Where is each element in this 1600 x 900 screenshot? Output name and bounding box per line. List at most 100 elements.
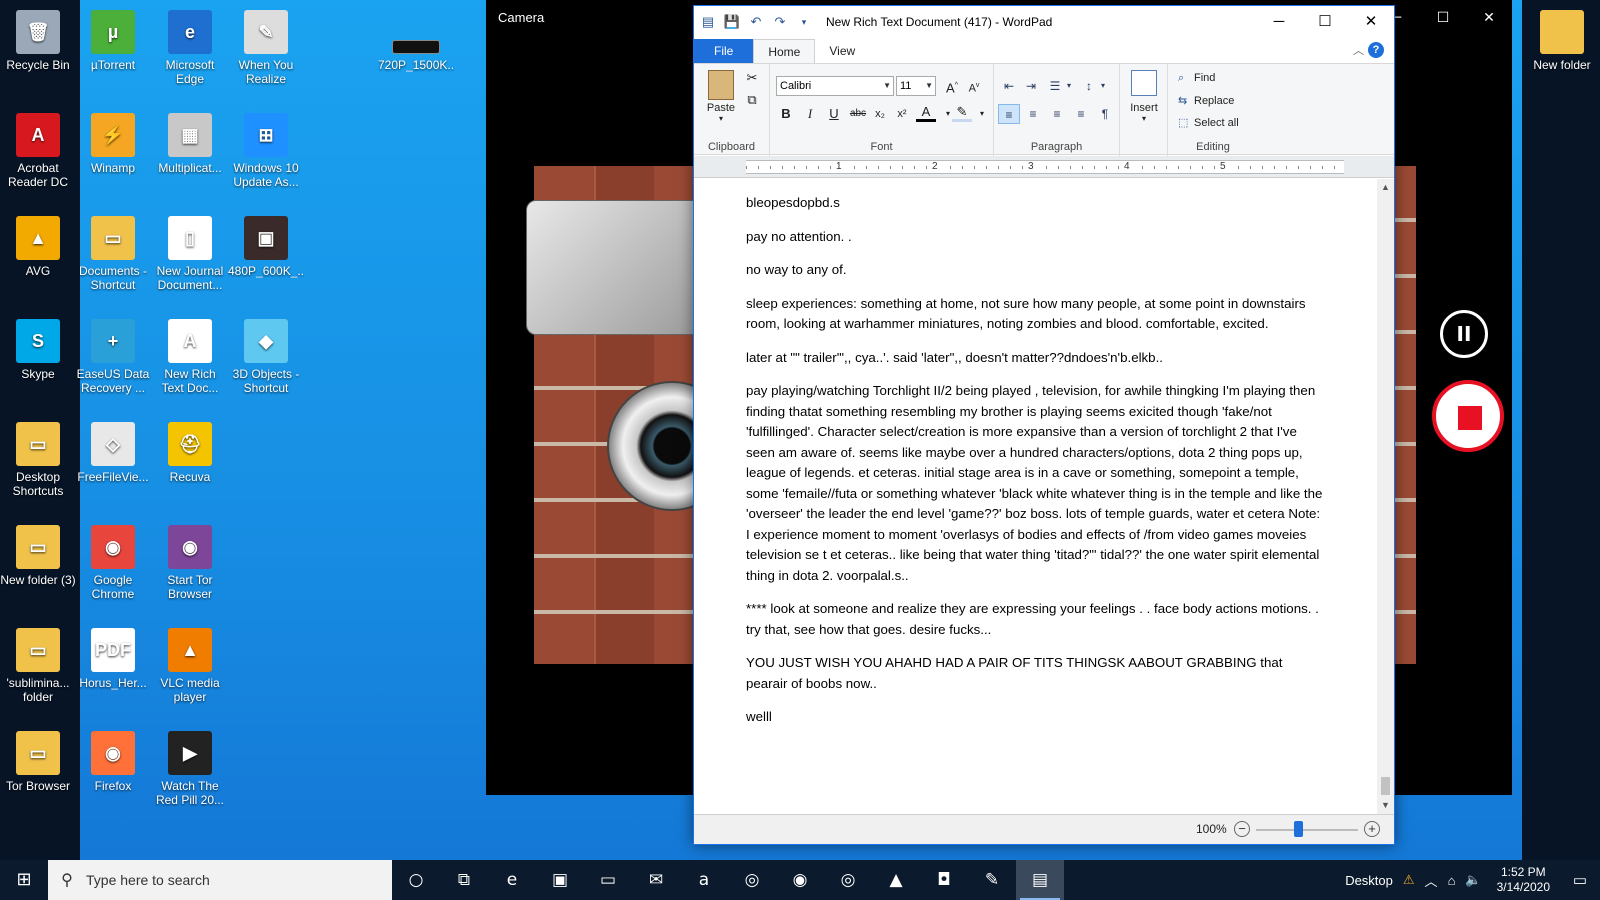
align-left-icon[interactable]: ≡ (998, 104, 1020, 124)
search-box[interactable]: ⚲ Type here to search (48, 860, 392, 900)
line-spacing-icon[interactable]: ↕ (1078, 76, 1100, 96)
file-explorer-icon[interactable]: ▭ (584, 860, 632, 900)
start-button[interactable]: ⊞ (0, 860, 48, 900)
desktop-icon[interactable]: ▭ New folder (3) (0, 525, 76, 587)
desktop-icon[interactable]: ▭ Documents - Shortcut (75, 216, 151, 292)
decrease-indent-icon[interactable]: ⇤ (998, 76, 1020, 96)
paint-icon[interactable]: ✎ (968, 860, 1016, 900)
notifications-icon[interactable]: ▭ (1560, 871, 1600, 889)
document-text[interactable]: bleopesdopbd.s pay no attention. . no way … (746, 193, 1326, 741)
shrink-font-icon[interactable]: Av (964, 76, 984, 96)
camera-icon[interactable]: ◘ (920, 860, 968, 900)
help-icon[interactable]: ? (1368, 42, 1384, 58)
desktop-icon[interactable]: ▭ Desktop Shortcuts (0, 422, 76, 498)
underline-icon[interactable]: U (824, 104, 844, 124)
document-area[interactable]: bleopesdopbd.s pay no attention. . no way … (694, 179, 1378, 814)
superscript-icon[interactable]: x² (892, 104, 912, 124)
desktop-icon[interactable]: A New Rich Text Doc... (152, 319, 228, 395)
clock[interactable]: 1:52 PM 3/14/2020 (1487, 865, 1560, 895)
chevron-down-icon[interactable]: ▾ (1064, 76, 1074, 96)
bold-icon[interactable]: B (776, 104, 796, 124)
volume-icon[interactable]: 🔈 (1460, 872, 1486, 888)
desktop-icon[interactable]: ⊞ Windows 10 Update As... (228, 113, 304, 189)
desktop-icon[interactable]: ⚡ Winamp (75, 113, 151, 175)
vertical-scrollbar[interactable]: ▲ ▼ (1377, 179, 1394, 814)
zoom-out-button[interactable]: − (1234, 821, 1250, 837)
text-color-icon[interactable]: A (916, 104, 936, 122)
maximize-button[interactable]: ☐ (1420, 0, 1466, 36)
copy-icon[interactable]: ⧉ (742, 90, 762, 110)
list-icon[interactable]: ☰ (1044, 76, 1066, 96)
align-center-icon[interactable]: ≡ (1022, 104, 1044, 124)
save-icon[interactable]: 💾 (722, 12, 742, 32)
grow-font-icon[interactable]: A^ (942, 76, 962, 96)
edge-icon[interactable]: e (488, 860, 536, 900)
customize-quick-access-icon[interactable]: ▾ (794, 12, 814, 32)
tab-home[interactable]: Home (753, 39, 816, 63)
desktop-icon[interactable]: ⛑ Recuva (152, 422, 228, 484)
chevron-down-icon[interactable]: ▾ (972, 104, 992, 124)
desktop-icon[interactable]: ✎ When You Realize (228, 10, 304, 86)
close-button[interactable]: ✕ (1348, 6, 1394, 38)
justify-icon[interactable]: ≡ (1070, 104, 1092, 124)
subscript-icon[interactable]: x₂ (870, 104, 890, 124)
italic-icon[interactable]: I (800, 104, 820, 124)
zoom-in-button[interactable]: + (1364, 821, 1380, 837)
zoom-slider-thumb[interactable] (1294, 821, 1304, 837)
zoom-slider[interactable] (1256, 829, 1358, 831)
font-family-select[interactable]: Calibri ▼ (776, 76, 894, 96)
desktop-icon[interactable]: e Microsoft Edge (152, 10, 228, 86)
align-right-icon[interactable]: ≡ (1046, 104, 1068, 124)
desktop-icon[interactable]: ▯ New Journal Document... (152, 216, 228, 292)
desktop-icon[interactable]: ▭ Tor Browser (0, 731, 76, 793)
tripadvisor-icon[interactable]: ◎ (728, 860, 776, 900)
vlc-icon[interactable]: ▲ (872, 860, 920, 900)
select-all-button[interactable]: ⬚ Select all (1178, 116, 1239, 129)
desktop-icon-new-folder[interactable]: New folder (1524, 10, 1600, 72)
desktop-icon[interactable]: PDF Horus_Her... (75, 628, 151, 690)
scrollbar-thumb[interactable] (1381, 777, 1390, 795)
desktop-toolbar-label[interactable]: Desktop (1340, 873, 1398, 888)
color-app-icon[interactable]: ◎ (824, 860, 872, 900)
desktop-icon[interactable]: ◉ Start Tor Browser (152, 525, 228, 601)
minimize-button[interactable]: ─ (1256, 6, 1302, 38)
scroll-up-icon[interactable]: ▲ (1377, 179, 1394, 196)
font-size-select[interactable]: 11 ▼ (896, 76, 936, 96)
store-icon[interactable]: ▣ (536, 860, 584, 900)
desktop-icon-720p-video[interactable]: 720P_1500K... (378, 40, 454, 72)
replace-button[interactable]: ⇆ Replace (1178, 94, 1234, 107)
desktop-icon[interactable]: ▭ 'sublimina... folder (0, 628, 76, 704)
cortana-icon[interactable]: ○ (392, 860, 440, 900)
collapse-ribbon-icon[interactable]: ︿ (1353, 42, 1364, 58)
strikethrough-icon[interactable]: abc (848, 104, 868, 124)
paragraph-settings-icon[interactable]: ¶ (1094, 104, 1116, 124)
ruler[interactable]: 1 2 3 4 5 (694, 156, 1394, 178)
wordpad-icon[interactable]: ▤ (1016, 860, 1064, 900)
redo-icon[interactable]: ↷ (770, 12, 790, 32)
desktop-icon[interactable]: ▣ 480P_600K_... (228, 216, 304, 278)
undo-icon[interactable]: ↶ (746, 12, 766, 32)
chevron-down-icon[interactable]: ▾ (1098, 76, 1108, 96)
desktop-icon[interactable]: ◆ 3D Objects - Shortcut (228, 319, 304, 395)
task-view-icon[interactable]: ⧉ (440, 860, 488, 900)
desktop-icon[interactable]: µ µTorrent (75, 10, 151, 72)
maximize-button[interactable]: ☐ (1302, 6, 1348, 38)
desktop-icon[interactable]: ▲ AVG (0, 216, 76, 278)
pause-recording-button[interactable]: II (1440, 310, 1488, 358)
desktop-icon[interactable]: S Skype (0, 319, 76, 381)
desktop-icon[interactable]: 🗑 Recycle Bin (0, 10, 76, 72)
find-button[interactable]: ⌕ Find (1178, 72, 1215, 85)
close-button[interactable]: ✕ (1466, 0, 1512, 36)
desktop-icon[interactable]: ▲ VLC media player (152, 628, 228, 704)
desktop-icon[interactable]: + EaseUS Data Recovery ... (75, 319, 151, 395)
desktop-icon[interactable]: A Acrobat Reader DC (0, 113, 76, 189)
cut-icon[interactable]: ✂ (742, 68, 762, 88)
tab-view[interactable]: View (815, 39, 869, 63)
desktop-icon[interactable]: ◉ Firefox (75, 731, 151, 793)
show-hidden-icons-icon[interactable]: ︿ (1420, 871, 1443, 890)
app-icon[interactable]: ◉ (776, 860, 824, 900)
scroll-down-icon[interactable]: ▼ (1377, 797, 1394, 814)
desktop-icon[interactable]: ◉ Google Chrome (75, 525, 151, 601)
insert-button[interactable]: Insert ▾ (1124, 70, 1164, 123)
increase-indent-icon[interactable]: ⇥ (1020, 76, 1042, 96)
